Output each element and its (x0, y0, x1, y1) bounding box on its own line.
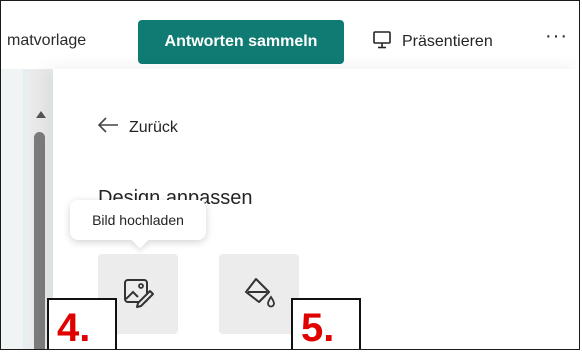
annotation-marker-4: 4. (47, 298, 117, 349)
back-link[interactable]: Zurück (97, 117, 178, 138)
top-bar: matvorlage Antworten sammeln Präsentiere… (1, 1, 579, 70)
more-options-button[interactable]: ··· (545, 25, 568, 48)
annotation-marker-5: 5. (291, 298, 361, 349)
theme-color-button[interactable] (219, 254, 299, 334)
scroll-thumb[interactable] (34, 132, 45, 349)
back-label: Zurück (129, 118, 178, 136)
scroll-up-icon[interactable] (36, 111, 46, 118)
present-icon (372, 30, 392, 55)
theme-tab-label[interactable]: matvorlage (7, 32, 86, 50)
window: matvorlage Antworten sammeln Präsentiere… (0, 0, 580, 350)
tooltip-upload-image: Bild hochladen (70, 200, 206, 240)
arrow-left-icon (97, 117, 119, 138)
image-upload-icon (121, 275, 155, 314)
left-strip (1, 69, 23, 349)
present-button[interactable]: Präsentieren (372, 27, 493, 57)
left-pane (1, 69, 53, 349)
paint-bucket-icon (242, 275, 276, 314)
collect-responses-button[interactable]: Antworten sammeln (138, 20, 344, 64)
present-label: Präsentieren (402, 33, 493, 50)
